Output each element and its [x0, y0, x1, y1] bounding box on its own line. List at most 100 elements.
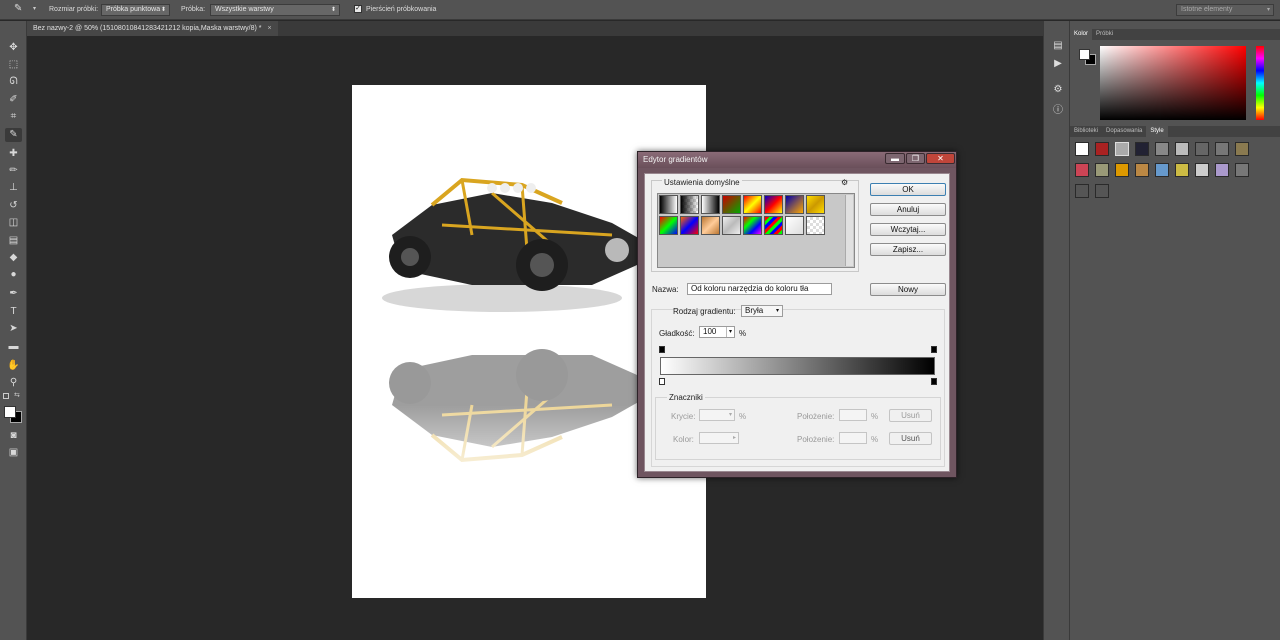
lasso-tool-icon[interactable]: ᘏ: [5, 75, 22, 89]
style-swatch[interactable]: [1175, 142, 1189, 156]
rectangle-tool-icon[interactable]: ▬: [5, 340, 22, 354]
preset-swatch[interactable]: [743, 216, 762, 235]
style-swatch[interactable]: [1075, 142, 1089, 156]
brush-tool-icon[interactable]: ✏: [5, 164, 22, 178]
preset-swatch[interactable]: [722, 216, 741, 235]
style-swatch[interactable]: [1215, 142, 1229, 156]
eyedropper-tool-icon[interactable]: ✎: [5, 128, 22, 142]
color-stop-left[interactable]: [659, 378, 665, 385]
crop-tool-icon[interactable]: ⌗: [5, 110, 22, 124]
style-swatch[interactable]: [1155, 163, 1169, 177]
foreground-color-swatch[interactable]: [1079, 49, 1090, 60]
opacity-stop-right[interactable]: [931, 346, 937, 353]
tab-swatches[interactable]: Próbki: [1092, 29, 1117, 40]
quick-selection-tool-icon[interactable]: ✐: [5, 93, 22, 107]
document-tab[interactable]: Bez nazwy-2 @ 50% (15108010841283421212 …: [27, 21, 278, 36]
opacity-stop-left[interactable]: [659, 346, 665, 353]
preset-swatch[interactable]: [785, 216, 804, 235]
style-swatch[interactable]: [1095, 184, 1109, 198]
style-swatch[interactable]: [1115, 142, 1129, 156]
preset-swatch[interactable]: [722, 195, 741, 214]
preset-swatch[interactable]: [785, 195, 804, 214]
load-button[interactable]: Wczytaj...: [870, 223, 946, 236]
marquee-tool-icon[interactable]: ⬚: [5, 58, 22, 72]
swap-colors-icon[interactable]: ⇆: [14, 391, 20, 399]
color-field[interactable]: ▸: [699, 432, 739, 444]
style-swatch[interactable]: [1135, 142, 1149, 156]
gradient-preview-bar[interactable]: [660, 357, 935, 375]
hand-tool-icon[interactable]: ✋: [5, 359, 22, 373]
style-swatch[interactable]: [1195, 163, 1209, 177]
quick-mask-icon[interactable]: ◙: [5, 429, 22, 443]
preset-swatch[interactable]: [806, 216, 825, 235]
blur-tool-icon[interactable]: ◆: [5, 251, 22, 265]
style-swatch[interactable]: [1235, 163, 1249, 177]
opacity-field[interactable]: ▾: [699, 409, 735, 421]
style-swatch[interactable]: [1235, 142, 1249, 156]
new-button[interactable]: Nowy: [870, 283, 946, 296]
close-button[interactable]: ✕: [926, 153, 955, 164]
gradient-type-select[interactable]: Bryła ▾: [741, 305, 783, 317]
actions-panel-icon[interactable]: ▶: [1051, 57, 1065, 71]
style-swatch[interactable]: [1095, 163, 1109, 177]
healing-brush-tool-icon[interactable]: ✚: [5, 147, 22, 161]
minimize-button[interactable]: ▬: [885, 153, 905, 164]
style-swatch[interactable]: [1095, 142, 1109, 156]
preset-swatch[interactable]: [764, 195, 783, 214]
gear-icon[interactable]: ⚙: [841, 178, 848, 187]
tool-preset-dropdown-icon[interactable]: ▾: [33, 5, 36, 12]
tab-styles[interactable]: Style: [1146, 126, 1168, 137]
zoom-tool-icon[interactable]: ⚲: [5, 376, 22, 390]
chevron-down-icon[interactable]: ▾: [725, 327, 732, 337]
style-swatch[interactable]: [1075, 163, 1089, 177]
style-swatch[interactable]: [1075, 184, 1089, 198]
style-swatch[interactable]: [1155, 142, 1169, 156]
style-swatch[interactable]: [1135, 163, 1149, 177]
preset-swatch[interactable]: [680, 216, 699, 235]
sampling-ring-checkbox[interactable]: ✓: [354, 5, 362, 13]
history-brush-tool-icon[interactable]: ↺: [5, 199, 22, 213]
style-swatch[interactable]: [1175, 163, 1189, 177]
properties-panel-icon[interactable]: ⚙: [1051, 83, 1065, 97]
opacity-location-field[interactable]: [839, 409, 867, 421]
delete-opacity-stop-button[interactable]: Usuń: [889, 409, 932, 422]
preset-swatch[interactable]: [659, 195, 678, 214]
name-field[interactable]: Od koloru narzędzia do koloru tła: [687, 283, 832, 295]
dodge-tool-icon[interactable]: ●: [5, 268, 22, 282]
color-stop-right[interactable]: [931, 378, 937, 385]
history-panel-icon[interactable]: ▤: [1051, 39, 1065, 53]
tab-adjustments[interactable]: Dopasowania: [1102, 126, 1146, 137]
cancel-button[interactable]: Anuluj: [870, 203, 946, 216]
tab-color[interactable]: Kolor: [1070, 29, 1093, 40]
preset-swatch[interactable]: [806, 195, 825, 214]
style-swatch[interactable]: [1115, 163, 1129, 177]
preset-swatch[interactable]: [701, 216, 720, 235]
save-button[interactable]: Zapisz...: [870, 243, 946, 256]
workspace-select[interactable]: Istotne elementy ▾: [1176, 4, 1274, 16]
sample-size-select[interactable]: Próbka punktowa ⬍: [101, 4, 170, 16]
default-colors-icon[interactable]: [3, 393, 9, 399]
hue-slider[interactable]: [1256, 46, 1264, 120]
style-swatch[interactable]: [1195, 142, 1209, 156]
preset-swatch[interactable]: [659, 216, 678, 235]
ok-button[interactable]: OK: [870, 183, 946, 196]
eraser-tool-icon[interactable]: ◫: [5, 216, 22, 230]
info-panel-icon[interactable]: ⓘ: [1051, 104, 1065, 118]
foreground-color-swatch[interactable]: [4, 406, 16, 418]
smoothness-field[interactable]: 100 ▾: [699, 326, 735, 338]
tab-libraries[interactable]: Biblioteki: [1070, 126, 1102, 137]
gradient-tool-icon[interactable]: ▤: [5, 234, 22, 248]
move-tool-icon[interactable]: ✥: [5, 41, 22, 55]
style-swatch[interactable]: [1215, 163, 1229, 177]
pen-tool-icon[interactable]: ✒: [5, 287, 22, 301]
delete-color-stop-button[interactable]: Usuń: [889, 432, 932, 445]
screen-mode-icon[interactable]: ▣: [5, 446, 22, 460]
color-spectrum-field[interactable]: [1100, 46, 1246, 120]
preset-swatch[interactable]: [764, 216, 783, 235]
path-selection-tool-icon[interactable]: ➤: [5, 322, 22, 336]
clone-stamp-tool-icon[interactable]: ⊥: [5, 181, 22, 195]
close-icon[interactable]: ×: [268, 25, 272, 32]
color-location-field[interactable]: [839, 432, 867, 444]
preset-swatch[interactable]: [743, 195, 762, 214]
preset-swatch[interactable]: [701, 195, 720, 214]
